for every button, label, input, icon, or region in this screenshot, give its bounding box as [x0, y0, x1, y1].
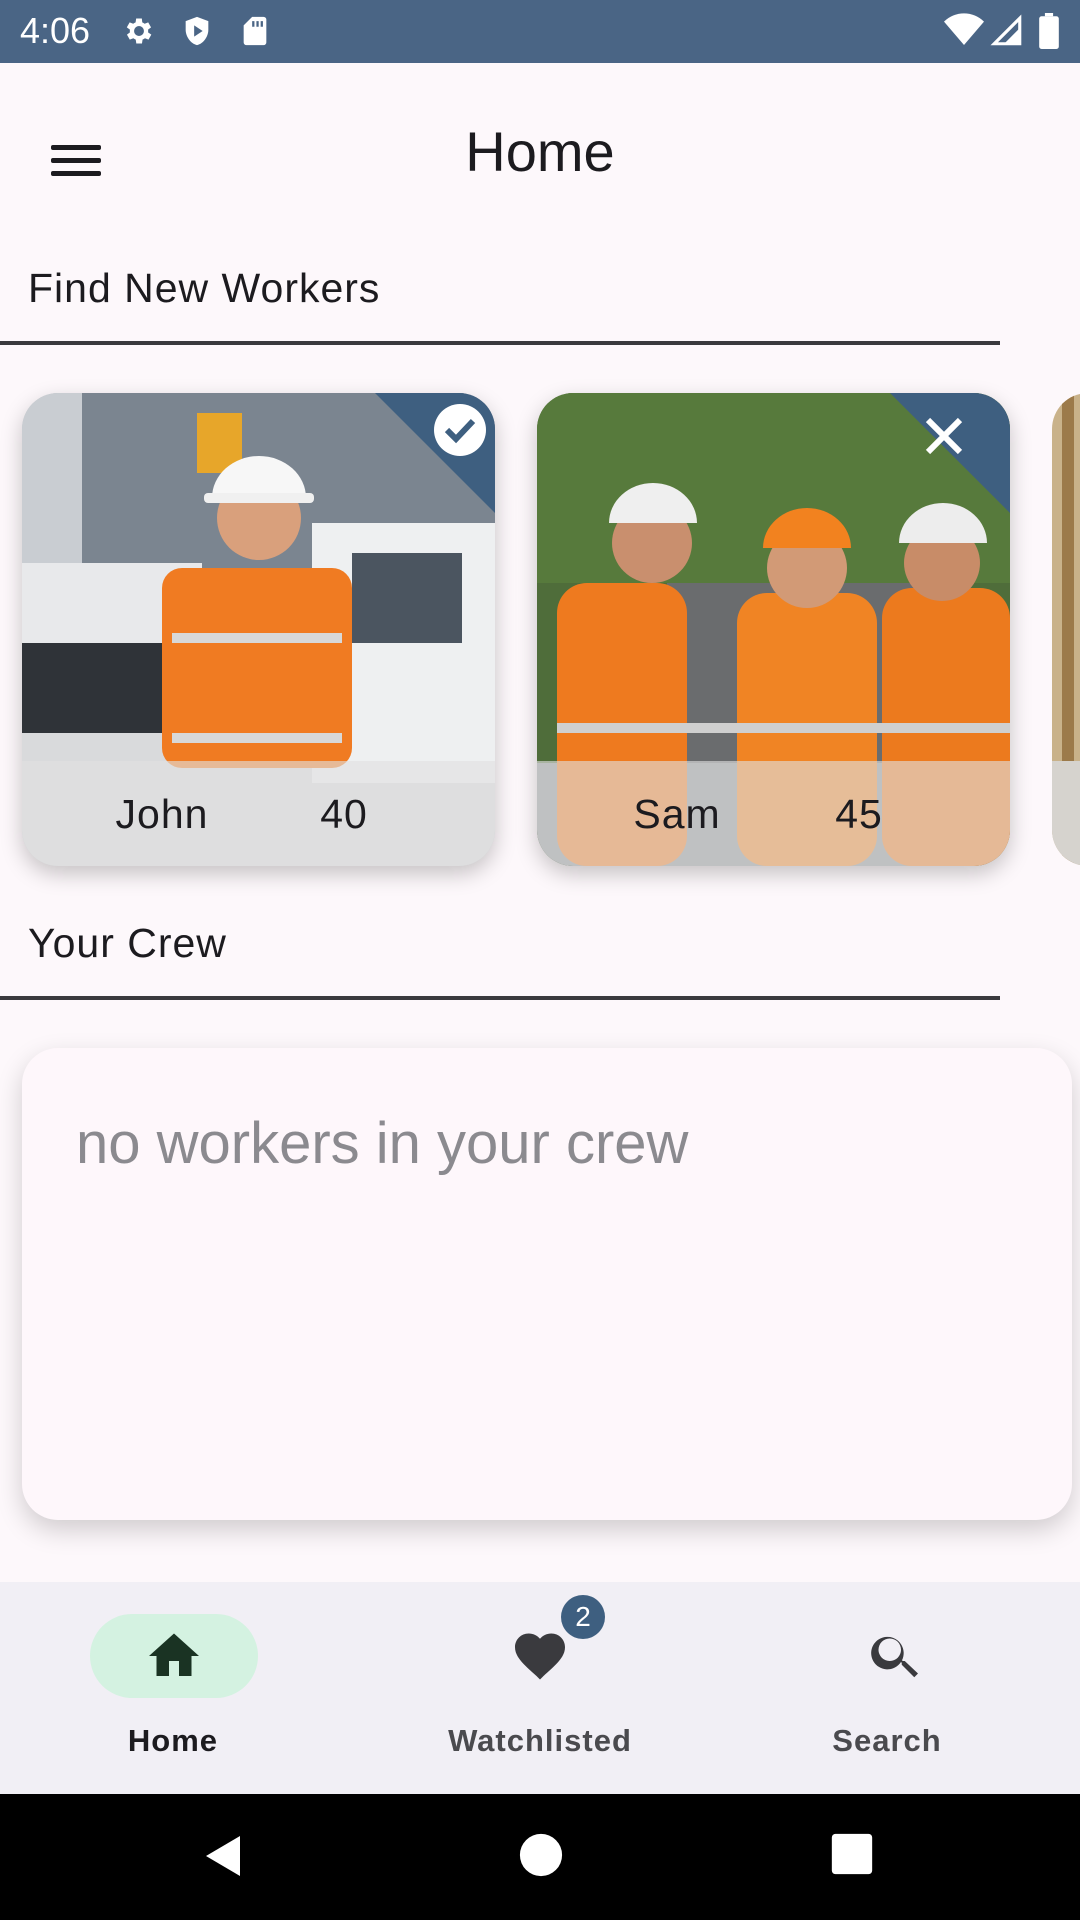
worker-age: 40: [320, 791, 368, 837]
recents-icon[interactable]: [830, 1832, 874, 1876]
bottom-navigation: Home Watchlisted Search: [0, 1582, 1080, 1794]
crew-divider: [0, 996, 1000, 1000]
signal-icon: [990, 14, 1022, 46]
worker-photo: [1052, 393, 1080, 866]
status-bar: 4:06: [0, 0, 1080, 63]
top-app-bar: Home: [0, 63, 1080, 237]
status-time: 4:06: [20, 10, 91, 51]
selected-corner: [375, 393, 495, 513]
nav-search[interactable]: Search: [720, 1582, 1080, 1794]
find-workers-divider: [0, 341, 1000, 345]
worker-name: John: [115, 791, 209, 837]
crew-title: Your Crew: [28, 920, 227, 966]
page-title: Home: [465, 120, 615, 183]
nav-watchlisted-label: Watchlisted: [448, 1723, 632, 1758]
worker-card-sam[interactable]: Sam 45: [537, 393, 1010, 866]
settings-icon: [126, 18, 152, 44]
system-nav-bar: [0, 1794, 1080, 1920]
nav-home[interactable]: Home: [0, 1582, 360, 1794]
worker-card-footer: John 40: [22, 761, 495, 866]
heart-icon: [515, 1633, 565, 1680]
home-circle-icon[interactable]: [518, 1832, 564, 1878]
check-circle-icon[interactable]: [434, 404, 486, 456]
back-icon[interactable]: [200, 1832, 248, 1880]
battery-icon: [1039, 13, 1059, 49]
find-workers-title: Find New Workers: [28, 265, 381, 311]
home-icon: [149, 1633, 199, 1676]
worker-card-john[interactable]: John 40: [22, 393, 495, 866]
wifi-icon: [944, 13, 984, 45]
nav-watchlisted[interactable]: Watchlisted: [360, 1582, 720, 1794]
shield-play-icon: [185, 16, 209, 46]
worker-age: 45: [835, 791, 883, 837]
nav-search-label: Search: [832, 1723, 942, 1758]
worker-card-partial[interactable]: [1052, 393, 1080, 866]
search-icon: [871, 1636, 918, 1678]
crew-empty-message: no workers in your crew: [76, 1111, 689, 1176]
worker-name: Sam: [633, 791, 721, 837]
worker-card-footer: Sam 45: [537, 761, 1010, 866]
nav-home-label: Home: [127, 1723, 219, 1758]
crew-card: no workers in your crew: [22, 1048, 1072, 1520]
sd-card-icon: [243, 16, 267, 46]
watchlist-badge: 2: [561, 1595, 605, 1639]
rejected-corner: [890, 393, 1010, 513]
